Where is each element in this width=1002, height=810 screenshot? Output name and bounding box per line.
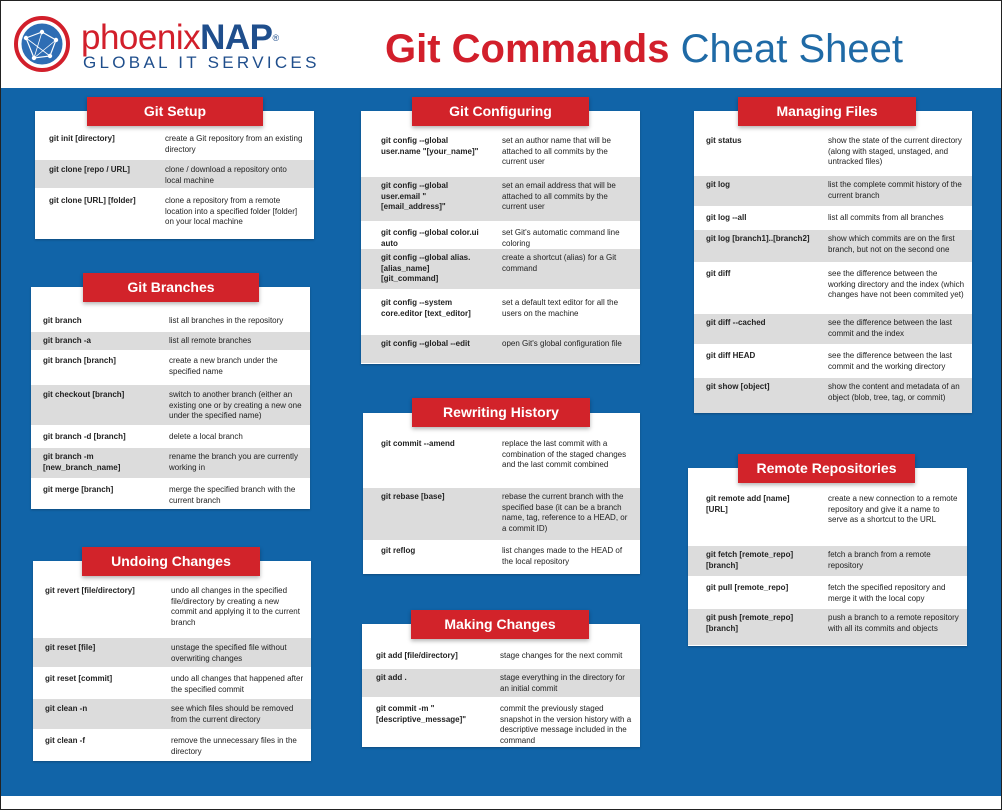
git-configuring-card: git config --global user.name "[your_nam… [361, 111, 640, 364]
row: git merge [branch] merge the specified br… [43, 485, 296, 505]
brand-name: phoenixNAP® [81, 18, 279, 57]
brand-subtitle: GLOBAL IT SERVICES [83, 53, 320, 72]
row: git push [remote_repo] [branch] push a br… [688, 609, 967, 645]
git-configuring-title: Git Configuring [412, 97, 589, 126]
managing-files-title: Managing Files [738, 97, 916, 126]
row: git checkout [branch] switch to another b… [31, 385, 310, 425]
row: git reset [file] unstage the specified fi… [33, 638, 311, 667]
cheat-sheet: phoenixNAP® GLOBAL IT SERVICES Git Comma… [0, 0, 1002, 810]
row: git add [file/directory] stage changes fo… [376, 651, 623, 660]
row: git clean -f remove the unnecessary files… [45, 736, 297, 756]
row: git branch -a list all remote branches [31, 332, 310, 350]
row: git branch [branch] create a new branch u… [43, 356, 278, 376]
phoenixnap-logo-icon [14, 16, 70, 72]
row: git config --global --edit open Git's glo… [361, 335, 640, 363]
row: git branch -m [new_branch_name] rename th… [31, 448, 310, 478]
row: git status show the state of the current … [706, 136, 962, 166]
header: phoenixNAP® GLOBAL IT SERVICES Git Comma… [1, 1, 1001, 87]
row: git clean -n see which files should be re… [33, 699, 311, 729]
row: git log [branch1]..[branch2] show which c… [694, 230, 972, 262]
row: git rebase [base] rebase the current bran… [363, 488, 640, 540]
row: git config --global alias.[alias_name] [… [361, 249, 640, 289]
row: git commit -m "[descriptive_message]" com… [376, 704, 632, 745]
row: git fetch [remote_repo] [branch] fetch a … [688, 546, 967, 576]
row: git config --global user.email "[email_a… [361, 177, 640, 221]
row: git clone [URL] [folder] clone a reposito… [49, 196, 298, 226]
rewriting-history-title: Rewriting History [412, 398, 590, 427]
rewriting-history-card: git commit --amend replace the last commi… [363, 413, 640, 574]
row: git diff --cached see the difference betw… [694, 314, 972, 344]
row: git add . stage everything in the directo… [362, 669, 640, 697]
row: git init [directory] create a Git reposit… [49, 134, 303, 154]
git-setup-title: Git Setup [87, 97, 263, 126]
row: git commit --amend replace the last commi… [381, 439, 627, 469]
row: git log --all list all commits from all b… [706, 213, 944, 222]
row: git branch list all branches in the repos… [43, 316, 284, 325]
row: git remote add [name] [URL] create a new … [706, 494, 958, 524]
footer-strip [1, 796, 1001, 809]
undoing-changes-card: git revert [file/directory] undo all chan… [33, 561, 311, 761]
row: git pull [remote_repo] fetch the specifie… [706, 583, 946, 603]
row: git log list the complete commit history … [694, 176, 972, 206]
remote-repositories-title: Remote Repositories [738, 454, 915, 483]
row: git reset [commit] undo all changes that … [45, 674, 304, 694]
row: git config --global user.name "[your_nam… [381, 136, 611, 166]
row: git revert [file/directory] undo all chan… [45, 586, 300, 627]
row: git reflog list changes made to the HEAD … [381, 546, 623, 566]
git-setup-card: git init [directory] create a Git reposit… [35, 111, 314, 239]
content-board: git init [directory] create a Git reposit… [1, 88, 1001, 796]
git-branches-card: git branch list all branches in the repos… [31, 287, 310, 509]
git-branches-title: Git Branches [83, 273, 259, 302]
row: git diff HEAD see the difference between … [706, 351, 952, 371]
undoing-changes-title: Undoing Changes [82, 547, 260, 576]
making-changes-card: git add [file/directory] stage changes fo… [362, 624, 640, 747]
page-title: Git Commands Cheat Sheet [385, 27, 903, 71]
row: git branch -d [branch] delete a local bra… [43, 432, 243, 441]
row: git show [object] show the content and me… [694, 378, 972, 413]
row: git diff see the difference between the w… [706, 269, 965, 299]
row: git config --system core.editor [text_ed… [381, 298, 619, 318]
row: git clone [repo / URL] clone / download a… [35, 160, 314, 188]
remote-repositories-card: git remote add [name] [URL] create a new … [688, 468, 967, 646]
managing-files-card: git status show the state of the current … [694, 111, 972, 413]
making-changes-title: Making Changes [411, 610, 589, 639]
